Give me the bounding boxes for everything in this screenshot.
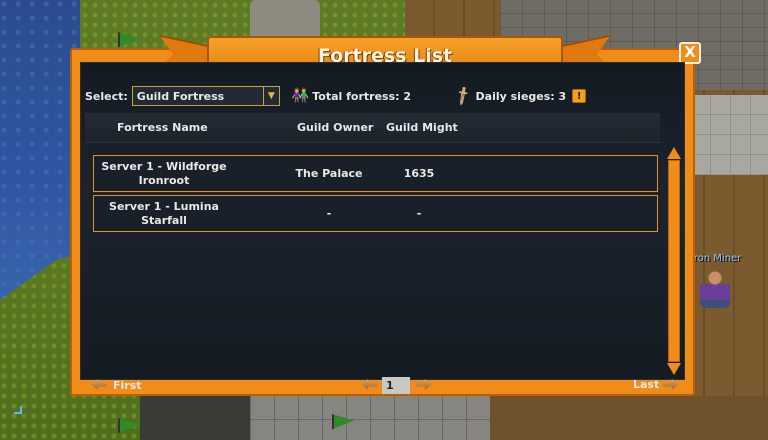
dagger-icon: 🗡 (452, 85, 475, 107)
guild-might-cell: 1635 (403, 167, 435, 180)
scroll-track[interactable] (668, 160, 680, 362)
fortress-name-line2: Ironroot (138, 174, 190, 187)
guild-owner-cell: The Palace (295, 167, 363, 180)
fortress-type-dropdown[interactable]: Guild Fortress ▼ (131, 86, 280, 106)
column-header-owner: Guild Owner (297, 121, 374, 134)
first-page-arrow-icon[interactable] (91, 379, 107, 390)
fortress-name-line1: Server 1 - Lumina (109, 200, 219, 213)
cursor-marker-icon (14, 406, 22, 414)
close-button[interactable]: X (679, 42, 701, 64)
scroll-up-icon[interactable] (667, 147, 681, 159)
scrollbar[interactable] (667, 147, 681, 375)
table-header: Fortress Name Guild Owner Guild Might (85, 113, 660, 143)
last-page-button[interactable]: Last (633, 378, 659, 391)
column-header-might: Guild Might (386, 121, 458, 134)
fortress-name-line1: Server 1 - Wildforge (101, 160, 227, 173)
scroll-down-icon[interactable] (667, 363, 681, 375)
select-label: Select: (85, 89, 128, 103)
dialog-body: Select: Guild Fortress ▼ 👫 Total fortres… (80, 62, 685, 394)
prev-page-arrow-icon[interactable] (361, 379, 377, 390)
chevron-down-icon[interactable]: ▼ (262, 87, 279, 105)
stone-block (690, 95, 768, 175)
filter-toolbar: Select: Guild Fortress ▼ 👫 Total fortres… (85, 85, 685, 107)
dirt-floor (490, 396, 768, 440)
close-icon: X (684, 43, 696, 61)
npc-character[interactable] (700, 268, 730, 308)
fortress-name-cell: Server 1 - Wildforge Ironroot (94, 160, 234, 188)
people-icon: 👫 (291, 88, 310, 104)
dropdown-value: Guild Fortress (136, 89, 225, 103)
column-header-name: Fortress Name (117, 121, 208, 134)
total-fortress-count: Total fortress: 2 (312, 89, 412, 103)
table-row[interactable]: Server 1 - Lumina Starfall - - (93, 195, 658, 232)
stone-floor (250, 396, 490, 440)
last-page-arrow-icon[interactable] (663, 379, 679, 390)
guild-might-cell: - (416, 207, 422, 220)
first-page-button[interactable]: First (113, 379, 142, 392)
next-page-arrow-icon[interactable] (416, 379, 432, 390)
guild-owner-cell: - (326, 207, 332, 220)
page-number-input[interactable]: 1 (382, 377, 410, 394)
warning-icon[interactable]: ! (572, 89, 587, 103)
fortress-name-line2: Starfall (141, 214, 187, 227)
fortress-name-cell: Server 1 - Lumina Starfall (94, 200, 234, 228)
fortress-list-dialog: Fortress List X Select: Guild Fortress ▼… (70, 48, 701, 396)
daily-sieges-count: Daily sieges: 3 (475, 89, 567, 103)
pagination: First 1 Last (85, 375, 685, 395)
table-row[interactable]: Server 1 - Wildforge Ironroot The Palace… (93, 155, 658, 192)
